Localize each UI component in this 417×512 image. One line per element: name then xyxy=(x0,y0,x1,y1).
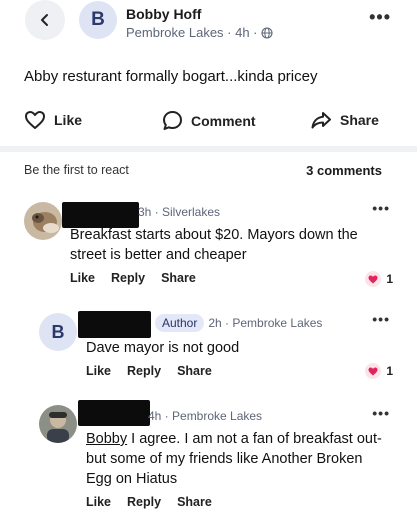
comment-share-button[interactable]: Share xyxy=(177,495,212,509)
comment-share-button[interactable]: Share xyxy=(177,364,212,378)
author-name[interactable]: Bobby Hoff xyxy=(126,6,201,22)
commenter-avatar[interactable] xyxy=(39,405,77,443)
back-button[interactable] xyxy=(25,0,65,40)
like-button[interactable]: Like xyxy=(24,110,82,130)
reaction-count[interactable]: 1 xyxy=(365,271,393,287)
section-divider xyxy=(0,146,417,152)
post-header: B Bobby Hoff Pembroke Lakes · 4h · ••• xyxy=(0,0,417,50)
comment-share-button[interactable]: Share xyxy=(161,271,196,285)
commenter-avatar[interactable] xyxy=(24,202,62,240)
react-prompt[interactable]: Be the first to react xyxy=(24,163,129,177)
mention-link[interactable]: Bobby xyxy=(86,431,127,447)
heart-reaction-icon xyxy=(365,363,382,379)
comment-text: Breakfast starts about $20. Mayors down … xyxy=(70,227,358,263)
comment-more-button[interactable]: ••• xyxy=(372,405,390,421)
post-text: Abby resturant formally bogart...kinda p… xyxy=(24,68,318,85)
person-photo-icon xyxy=(39,405,77,443)
comment-meta: 4h · Pembroke Lakes xyxy=(148,409,263,423)
comment-reply-button[interactable]: Reply xyxy=(111,271,145,285)
comment-label: Comment xyxy=(191,112,256,129)
comment-text: Bobby I agree. I am not a fan of breakfa… xyxy=(86,429,386,489)
comment-meta: Author 2h · Pembroke Lakes xyxy=(155,314,322,332)
author-avatar[interactable]: B xyxy=(79,1,117,39)
more-options-button[interactable]: ••• xyxy=(369,8,391,26)
comment-text: Dave mayor is not good xyxy=(86,340,240,356)
author-badge: Author xyxy=(155,314,205,332)
dog-photo-icon xyxy=(24,202,62,240)
heart-reaction-icon xyxy=(365,271,382,287)
reaction-number: 1 xyxy=(386,364,393,378)
redacted-name xyxy=(78,400,150,426)
comment-bubble-icon xyxy=(163,111,182,130)
post-action-bar: Like Comment Share xyxy=(0,110,417,136)
comment-reply-button[interactable]: Reply xyxy=(127,495,161,509)
comment-like-button[interactable]: Like xyxy=(70,271,95,285)
comment-meta-text: 2h · Pembroke Lakes xyxy=(208,316,323,330)
comment-meta: 3h · Silverlakes xyxy=(138,205,221,219)
redacted-name xyxy=(78,311,151,338)
chevron-left-icon xyxy=(41,14,48,26)
comment-reply-button[interactable]: Reply xyxy=(127,364,161,378)
heart-outline-icon xyxy=(25,111,45,129)
comment-like-button[interactable]: Like xyxy=(86,364,111,378)
post-meta: Pembroke Lakes · 4h · xyxy=(126,25,273,40)
comment-actions: Like Reply Share xyxy=(86,495,212,509)
reaction-number: 1 xyxy=(386,272,393,286)
comment-actions: Like Reply Share xyxy=(70,271,196,285)
comment-like-button[interactable]: Like xyxy=(86,495,111,509)
post-meta-text: Pembroke Lakes · 4h · xyxy=(126,25,258,40)
share-label: Share xyxy=(340,112,379,128)
commenter-avatar[interactable]: B xyxy=(39,313,77,351)
like-label: Like xyxy=(54,112,83,128)
share-arrow-icon xyxy=(311,112,331,129)
comment-button[interactable]: Comment xyxy=(162,110,256,131)
share-button[interactable]: Share xyxy=(310,110,379,130)
globe-icon xyxy=(260,26,273,39)
comment-more-button[interactable]: ••• xyxy=(372,200,390,216)
comment-text-body: I agree. I am not a fan of breakfast out… xyxy=(86,431,382,487)
reaction-count[interactable]: 1 xyxy=(365,363,393,379)
comments-count[interactable]: 3 comments xyxy=(306,163,382,178)
comment-more-button[interactable]: ••• xyxy=(372,311,390,327)
comment-actions: Like Reply Share xyxy=(86,364,212,378)
